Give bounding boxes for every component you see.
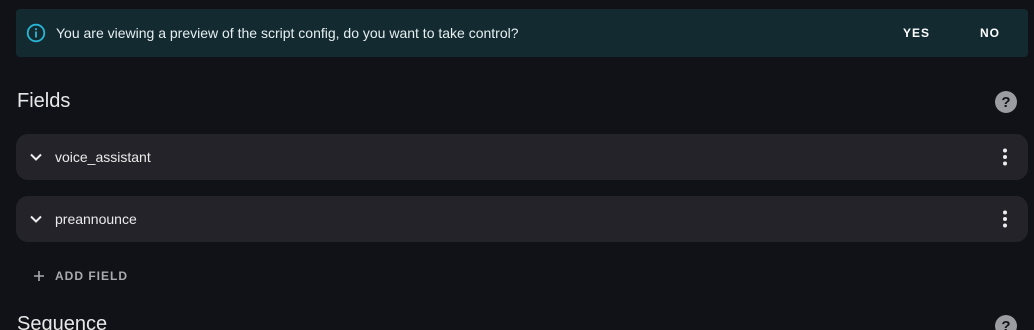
sequence-help-icon[interactable]: ? — [995, 315, 1017, 330]
plus-icon — [31, 268, 47, 284]
field-row-preannounce[interactable]: preannounce — [16, 196, 1028, 242]
field-row-voice-assistant[interactable]: voice_assistant — [16, 134, 1028, 180]
fields-section-title: Fields — [17, 90, 71, 112]
field-label: voice_assistant — [55, 149, 151, 165]
fields-help-icon[interactable]: ? — [995, 91, 1017, 113]
take-control-no-button[interactable]: NO — [968, 18, 1012, 48]
more-vertical-icon[interactable] — [993, 145, 1017, 169]
script-editor-page: You are viewing a preview of the script … — [0, 0, 1034, 330]
take-control-yes-button[interactable]: YES — [891, 18, 942, 48]
preview-banner: You are viewing a preview of the script … — [16, 9, 1028, 57]
sequence-section-title: Sequence — [17, 313, 108, 330]
banner-message: You are viewing a preview of the script … — [56, 25, 519, 41]
add-field-button[interactable]: ADD FIELD — [31, 266, 128, 286]
more-vertical-icon[interactable] — [993, 207, 1017, 231]
field-label: preannounce — [55, 211, 137, 227]
add-field-label: ADD FIELD — [55, 269, 128, 283]
chevron-down-icon[interactable] — [28, 149, 44, 165]
chevron-down-icon[interactable] — [28, 211, 44, 227]
info-icon — [26, 23, 46, 43]
